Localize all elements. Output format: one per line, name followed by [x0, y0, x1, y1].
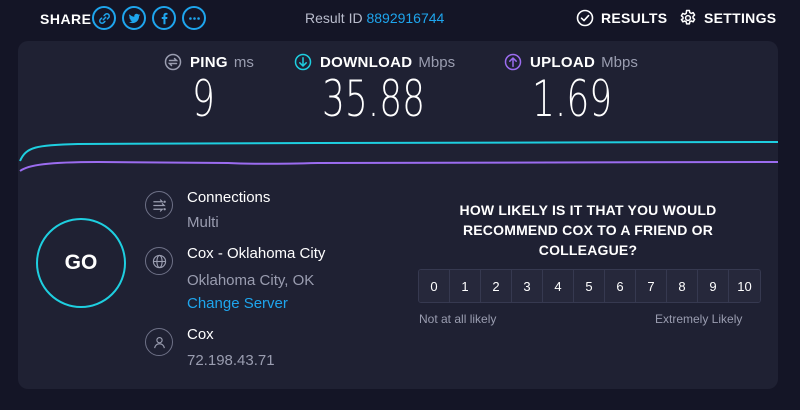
- rating-button[interactable]: 3: [512, 270, 543, 302]
- result-id: Result ID 8892916744: [305, 10, 444, 26]
- ping-unit: ms: [233, 53, 254, 71]
- rating-button[interactable]: 9: [698, 270, 729, 302]
- settings-button[interactable]: SETTINGS: [679, 9, 776, 27]
- ping-value: 9: [192, 70, 215, 128]
- rating-button[interactable]: 10: [729, 270, 760, 302]
- upload-arrow-icon: [504, 53, 522, 71]
- server-name: Cox - Oklahoma City: [187, 245, 326, 262]
- twitter-icon[interactable]: [122, 6, 146, 30]
- go-button[interactable]: GO: [36, 218, 126, 308]
- scale-high-label: Extremely Likely: [655, 312, 743, 326]
- rating-button[interactable]: 7: [636, 270, 667, 302]
- download-metric: DOWNLOAD Mbps 35.88: [294, 53, 465, 125]
- upload-speed-line: [19, 160, 778, 172]
- upload-value: 1.69: [532, 70, 613, 128]
- ip-address: 72.198.43.71: [187, 352, 275, 369]
- scale-low-label: Not at all likely: [419, 312, 497, 326]
- gear-icon: [680, 9, 696, 25]
- connections-title: Connections: [187, 189, 271, 206]
- download-unit: Mbps: [418, 53, 456, 71]
- results-panel: PING ms 9 DOWNLOAD Mbps 35.88 UPLOAD Mbp…: [18, 41, 778, 389]
- results-label: RESULTS: [601, 10, 668, 26]
- rating-button[interactable]: 2: [481, 270, 512, 302]
- connections-icon: [145, 191, 173, 219]
- rating-button[interactable]: 6: [605, 270, 636, 302]
- connections-value: Multi: [187, 214, 219, 231]
- ping-metric: PING ms 9: [164, 53, 254, 125]
- provider-name: Cox: [187, 326, 214, 343]
- change-server-link[interactable]: Change Server: [187, 295, 288, 312]
- download-value: 35.88: [322, 70, 426, 128]
- globe-icon: [145, 247, 173, 275]
- results-button[interactable]: RESULTS: [576, 9, 667, 27]
- download-arrow-icon: [294, 53, 312, 71]
- upload-label: UPLOAD: [530, 53, 596, 71]
- download-label: DOWNLOAD: [320, 53, 413, 71]
- top-bar: SHARE Result ID 8892916744 RESULTS SETTI…: [0, 0, 800, 38]
- link-icon[interactable]: [92, 6, 116, 30]
- rating-button[interactable]: 0: [419, 270, 450, 302]
- ping-label: PING: [190, 53, 228, 71]
- result-id-label: Result ID: [305, 10, 363, 26]
- upload-metric: UPLOAD Mbps 1.69: [504, 53, 643, 125]
- ping-icon: [164, 53, 182, 71]
- result-id-link[interactable]: 8892916744: [366, 10, 444, 26]
- upload-unit: Mbps: [601, 53, 638, 71]
- user-icon: [145, 328, 173, 356]
- survey-question: HOW LIKELY IS IT THAT YOU WOULD RECOMMEN…: [459, 202, 717, 258]
- server-location: Oklahoma City, OK: [187, 272, 315, 289]
- check-circle-icon: [576, 9, 594, 27]
- settings-label: SETTINGS: [704, 10, 777, 26]
- rating-button[interactable]: 5: [574, 270, 605, 302]
- rating-button[interactable]: 4: [543, 270, 574, 302]
- speed-graph: [19, 141, 778, 172]
- more-icon[interactable]: [182, 6, 206, 30]
- rating-scale: 0 1 2 3 4 5 6 7 8 9 10: [418, 269, 761, 303]
- share-label: SHARE: [40, 11, 92, 27]
- download-speed-line: [19, 141, 778, 162]
- rating-button[interactable]: 8: [667, 270, 698, 302]
- facebook-icon[interactable]: [152, 6, 176, 30]
- rating-button[interactable]: 1: [450, 270, 481, 302]
